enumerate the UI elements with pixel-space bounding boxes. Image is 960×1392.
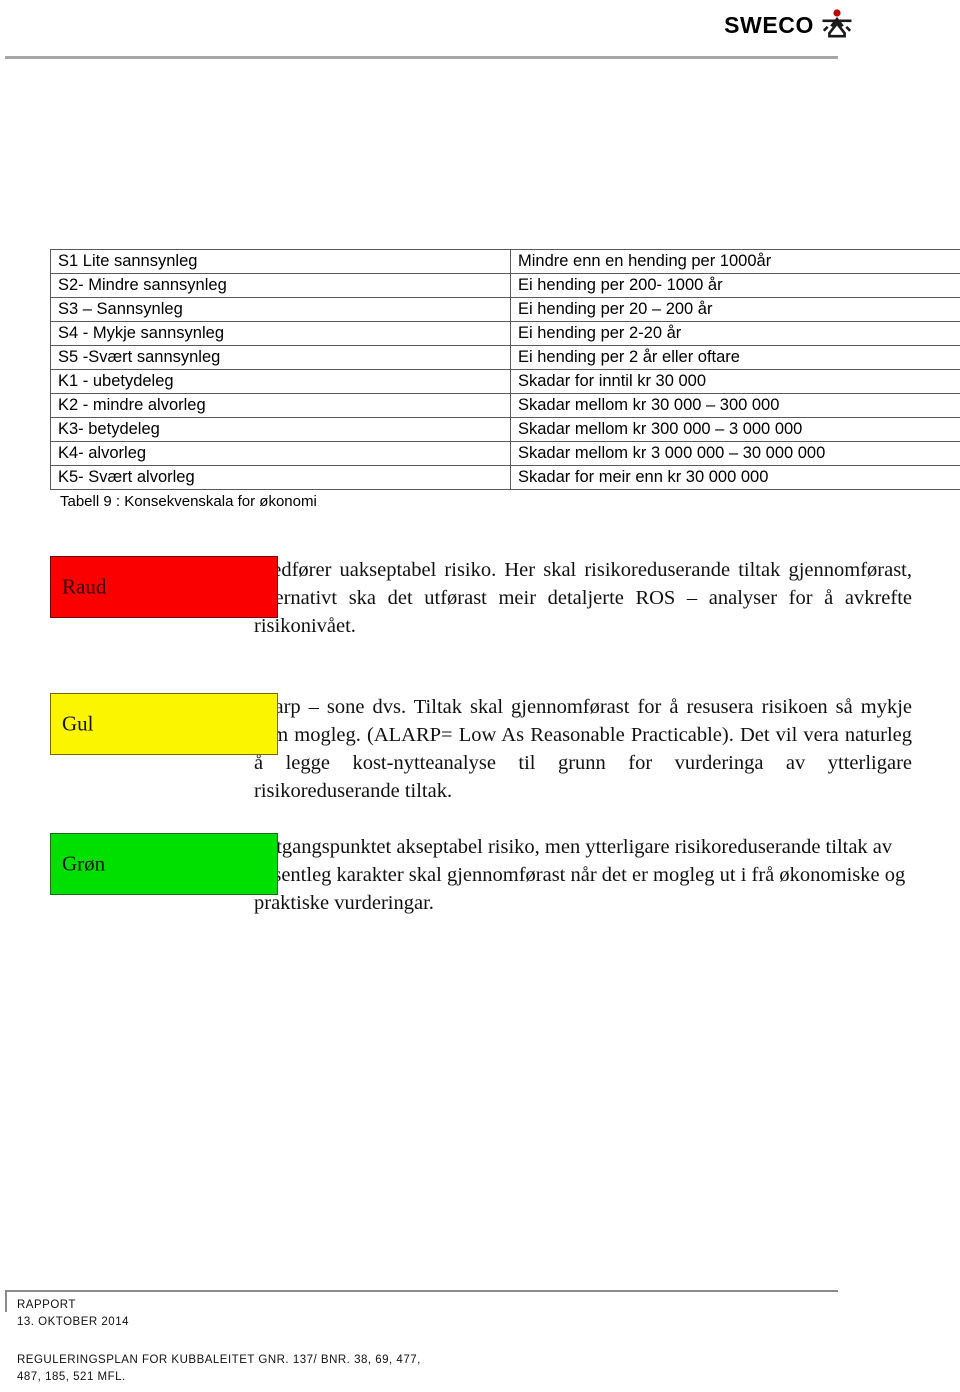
footer-project-info: REGULERINGSPLAN FOR KUBBALEITET GNR. 137… [17, 1352, 421, 1386]
table-row: S5 -Svært sannsynleg Ei hending per 2 år… [50, 345, 960, 370]
risk-row: Gul Alarp – sone dvs. Tiltak skal gjenno… [0, 693, 960, 805]
cell-description: Skadar for meir enn kr 30 000 000 [510, 465, 960, 490]
color-swatch-gron: Grøn [50, 833, 278, 895]
table-row: K5- Svært alvorleg Skadar for meir enn k… [50, 465, 960, 490]
footer-doc-type: RAPPORT [17, 1299, 76, 1311]
sweco-figure-mark-icon [822, 9, 852, 41]
color-swatch-gul: Gul [50, 693, 278, 755]
header-divider [5, 56, 838, 59]
cell-code: K5- Svært alvorleg [50, 465, 511, 490]
footer-divider [5, 1290, 838, 1292]
swatch-cell: Grøn [0, 833, 278, 895]
cell-code: K4- alvorleg [50, 441, 511, 466]
table-body: S1 Lite sannsynleg Mindre enn en hending… [50, 249, 960, 490]
table-row: K4- alvorleg Skadar mellom kr 3 000 000 … [50, 441, 960, 466]
table-row: K1 - ubetydeleg Skadar for inntil kr 30 … [50, 369, 960, 394]
swatch-label: Raud [62, 574, 107, 599]
cell-code: S2- Mindre sannsynleg [50, 273, 511, 298]
cell-description: Ei hending per 20 – 200 år [510, 297, 960, 322]
footer-document-info: RAPPORT 13. OKTOBER 2014 [17, 1297, 129, 1331]
footer-project-line-2: 487, 185, 521 MFL. [17, 1371, 126, 1383]
table-row: S1 Lite sannsynleg Mindre enn en hending… [50, 249, 960, 274]
konsekvensskala-table: S1 Lite sannsynleg Mindre enn en hending… [50, 249, 960, 490]
table-row: K2 - mindre alvorleg Skadar mellom kr 30… [50, 393, 960, 418]
cell-description: Ei hending per 200- 1000 år [510, 273, 960, 298]
cell-description: Skadar for inntil kr 30 000 [510, 369, 960, 394]
risk-description-raud: Medfører uakseptabel risiko. Her skal ri… [254, 559, 912, 637]
sweco-logo: SWECO [724, 9, 852, 41]
cell-code: K1 - ubetydeleg [50, 369, 511, 394]
table-row: K3- betydeleg Skadar mellom kr 300 000 –… [50, 417, 960, 442]
risk-row: Raud Medfører uakseptabel risiko. Her sk… [0, 556, 960, 640]
table-caption: Tabell 9 : Konsekvenskala for økonomi [60, 493, 317, 510]
risk-description-gron: I utgangspunktet akseptabel risiko, men … [254, 836, 906, 914]
risk-level-raud: Raud Medfører uakseptabel risiko. Her sk… [0, 556, 960, 640]
cell-description: Skadar mellom kr 3 000 000 – 30 000 000 [510, 441, 960, 466]
cell-code: S1 Lite sannsynleg [50, 249, 511, 274]
table-row: S2- Mindre sannsynleg Ei hending per 200… [50, 273, 960, 298]
cell-description: Skadar mellom kr 30 000 – 300 000 [510, 393, 960, 418]
swatch-cell: Raud [0, 556, 278, 618]
cell-code: S3 – Sannsynleg [50, 297, 511, 322]
footer-date: 13. OKTOBER 2014 [17, 1316, 129, 1328]
table-row: S3 – Sannsynleg Ei hending per 20 – 200 … [50, 297, 960, 322]
cell-description: Mindre enn en hending per 1000år [510, 249, 960, 274]
sweco-wordmark: SWECO [724, 11, 814, 38]
cell-description: Skadar mellom kr 300 000 – 3 000 000 [510, 417, 960, 442]
swatch-label: Grøn [62, 851, 106, 876]
footer-left-tick [5, 1292, 7, 1312]
cell-code: S4 - Mykje sannsynleg [50, 321, 511, 346]
swatch-label: Gul [62, 711, 94, 736]
cell-code: S5 -Svært sannsynleg [50, 345, 511, 370]
risk-description-gul: Alarp – sone dvs. Tiltak skal gjennomfør… [254, 696, 912, 802]
cell-code: K3- betydeleg [50, 417, 511, 442]
page-header: SWECO [0, 0, 960, 60]
risk-level-gron: Grøn I utgangspunktet akseptabel risiko,… [0, 833, 960, 917]
risk-level-gul: Gul Alarp – sone dvs. Tiltak skal gjenno… [0, 693, 960, 805]
footer-project-line-1: REGULERINGSPLAN FOR KUBBALEITET GNR. 137… [17, 1354, 421, 1366]
cell-description: Ei hending per 2 år eller oftare [510, 345, 960, 370]
table-row: S4 - Mykje sannsynleg Ei hending per 2-2… [50, 321, 960, 346]
cell-description: Ei hending per 2-20 år [510, 321, 960, 346]
color-swatch-raud: Raud [50, 556, 278, 618]
swatch-cell: Gul [0, 693, 278, 755]
risk-row: Grøn I utgangspunktet akseptabel risiko,… [0, 833, 960, 917]
cell-code: K2 - mindre alvorleg [50, 393, 511, 418]
